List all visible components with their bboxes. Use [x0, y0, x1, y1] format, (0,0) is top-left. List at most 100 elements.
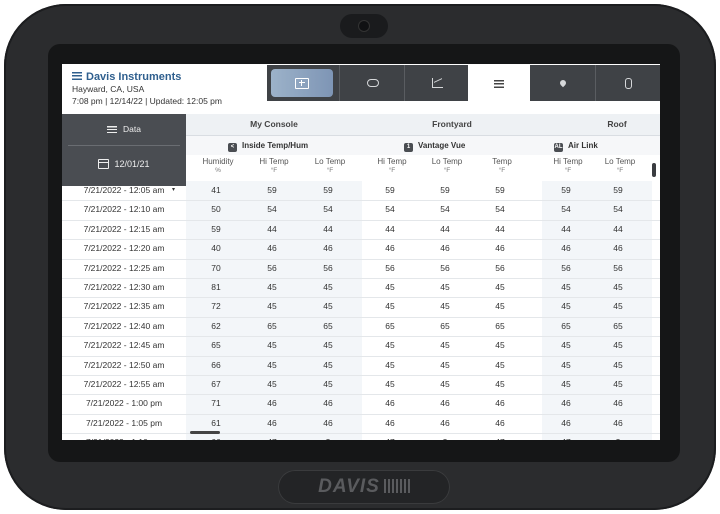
- table-cell: 56: [267, 262, 277, 273]
- data-table: 7/21/2022 - 12:05 am ▾ 41 59 59 59 59 59 59 59 7/2…: [62, 181, 660, 440]
- table-cell: 44: [385, 223, 395, 234]
- table-row[interactable]: 7/21/2022 - 12:20 am 40 46 46 46 46 46 46 46: [62, 239, 660, 260]
- column-header: Lo Temp °F: [604, 157, 636, 174]
- table-cell: 46: [613, 417, 623, 428]
- back-icon: <: [228, 143, 237, 152]
- table-cell: 2: [588, 433, 648, 440]
- tab-forecast[interactable]: [339, 65, 405, 101]
- table-cell: 45: [495, 340, 505, 351]
- tab-profile[interactable]: [595, 65, 660, 101]
- list-icon: [494, 79, 504, 88]
- table-row[interactable]: 7/21/2022 - 12:05 am ▾ 41 59 59 59 59 59 59 59: [62, 181, 660, 202]
- table-cell: 44: [495, 223, 505, 234]
- table-row[interactable]: 7/21/2022 - 12:30 am 81 45 45 45 45 45 45 45: [62, 278, 660, 299]
- column-header: Lo Temp °F: [431, 157, 463, 174]
- home-indicator[interactable]: [190, 431, 220, 434]
- table-cell: 46: [440, 417, 450, 428]
- date-picker[interactable]: 12/01/21: [62, 152, 186, 176]
- row-date: 7/21/2022 - 12:15 am: [83, 223, 165, 234]
- table-row[interactable]: 7/21/2022 - 12:25 am 70 56 56 56 56 56 56 56: [62, 259, 660, 279]
- table-row[interactable]: 7/21/2022 - 12:15 am 59 44 44 44 44 44 44 44: [62, 220, 660, 241]
- table-cell: 46: [385, 398, 395, 409]
- table-cell: 2: [415, 433, 475, 440]
- table-cell: 66: [211, 359, 221, 370]
- table-cell: 65: [613, 320, 623, 331]
- table-row[interactable]: 7/21/2022 - 12:45 am 65 45 45 45 45 45 45 45: [62, 336, 660, 357]
- table-cell: 59: [561, 185, 571, 195]
- table-cell: 54: [440, 204, 450, 215]
- table-cell: 45: [613, 301, 623, 312]
- tab-live[interactable]: [271, 69, 333, 97]
- calendar-icon: [98, 159, 110, 169]
- row-date: 7/21/2022 - 12:45 am: [83, 340, 165, 351]
- table-cell: 44: [267, 223, 277, 234]
- scrollbar-thumb[interactable]: [652, 163, 656, 177]
- tab-charts[interactable]: [404, 65, 470, 101]
- table-cell: 61: [211, 417, 221, 428]
- table-cell: 67: [211, 379, 221, 389]
- list-icon: [107, 125, 118, 133]
- table-cell: 54: [323, 204, 333, 215]
- table-cell: 47: [360, 433, 420, 440]
- table-cell: 45: [440, 282, 450, 292]
- table-cell: 81: [211, 282, 221, 292]
- cloud-icon: [366, 79, 379, 87]
- row-date: 7/21/2022 - 12:20 am: [83, 243, 165, 254]
- table-cell: 62: [211, 320, 221, 331]
- station-title[interactable]: Davis Instruments: [72, 71, 181, 83]
- table-cell: 59: [267, 185, 277, 195]
- table-cell: 65: [385, 320, 395, 331]
- table-cell: 45: [323, 282, 333, 292]
- table-cell: 46: [323, 417, 333, 428]
- table-row[interactable]: 7/21/2022 - 12:55 am 67 45 45 45 45 45 45 45: [62, 375, 660, 396]
- tab-data[interactable]: [468, 65, 530, 102]
- table-cell: 45: [495, 282, 505, 292]
- data-toggle[interactable]: Data: [62, 114, 186, 144]
- table-cell: 45: [495, 359, 505, 370]
- table-cell: 44: [323, 223, 333, 234]
- tab-map[interactable]: [530, 65, 595, 101]
- airlink-badge-icon: AL: [554, 143, 563, 152]
- column-header: Lo Temp °F: [314, 157, 346, 174]
- table-cell: 45: [267, 301, 277, 312]
- table-cell: 45: [385, 359, 395, 370]
- plus-box-icon: [295, 77, 309, 89]
- row-date: 7/21/2022 - 1:10 pm: [62, 433, 186, 440]
- table-row[interactable]: 7/21/2022 - 1:05 pm 61 46 46 46 46 46 46 46: [62, 414, 660, 435]
- row-date: 7/21/2022 - 12:25 am: [83, 262, 165, 273]
- table-cell: 56: [440, 262, 450, 273]
- table-cell: 46: [267, 417, 277, 428]
- table-row[interactable]: 7/21/2022 - 1:00 pm 71 46 46 46 46 46 46 46: [62, 394, 660, 415]
- table-row[interactable]: 7/21/2022 - 1:10 pm6647247247472: [62, 433, 660, 440]
- table-cell: 46: [561, 398, 571, 409]
- table-cell: 59: [385, 185, 395, 195]
- table-cell: 46: [323, 398, 333, 409]
- table-cell: 45: [385, 282, 395, 292]
- table-cell: 45: [267, 359, 277, 370]
- table-cell: 65: [561, 320, 571, 331]
- table-row[interactable]: 7/21/2022 - 12:10 am 50 54 54 54 54 54 54 54: [62, 200, 660, 221]
- table-cell: 46: [613, 398, 623, 409]
- table-cell: 45: [495, 379, 505, 389]
- table-cell: 72: [211, 301, 221, 312]
- sensor-vantage-vue: 1 Vantage Vue: [404, 136, 465, 155]
- row-date: 7/21/2022 - 1:00 pm: [85, 398, 163, 409]
- brand-logo: DAVIS: [278, 470, 450, 504]
- table-cell: 46: [385, 243, 395, 254]
- station-location: Hayward, CA, USA: [72, 84, 145, 94]
- dropdown-arrow-icon[interactable]: ▾: [172, 181, 175, 200]
- app-screen: Davis Instruments Hayward, CA, USA 7:08 …: [62, 64, 660, 440]
- table-cell: 56: [385, 262, 395, 273]
- table-cell: 45: [385, 379, 395, 389]
- table-cell: 70: [211, 262, 221, 273]
- list-icon: [72, 72, 82, 80]
- table-cell: 45: [440, 359, 450, 370]
- table-row[interactable]: 7/21/2022 - 12:40 am 62 65 65 65 65 65 65 65: [62, 317, 660, 338]
- row-date: 7/21/2022 - 12:55 am: [83, 379, 165, 389]
- table-cell: 59: [613, 185, 623, 195]
- table-row[interactable]: 7/21/2022 - 12:35 am 72 45 45 45 45 45 45 45: [62, 297, 660, 318]
- table-row[interactable]: 7/21/2022 - 12:50 am 66 45 45 45 45 45 45 45: [62, 356, 660, 376]
- table-cell: 46: [267, 243, 277, 254]
- table-cell: 46: [613, 243, 623, 254]
- column-header: Hi Temp °F: [553, 157, 583, 174]
